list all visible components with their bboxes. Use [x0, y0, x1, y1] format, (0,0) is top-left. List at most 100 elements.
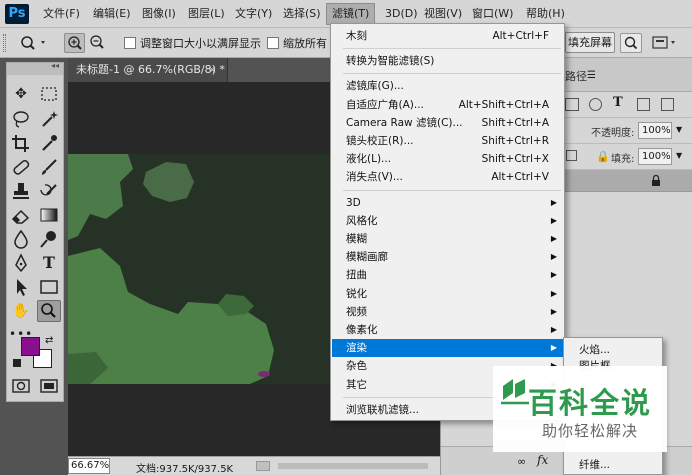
smart-object-filter-icon[interactable] — [661, 98, 674, 111]
menu-item-0[interactable]: 文件(F) — [38, 0, 85, 28]
menu-item-4[interactable]: 文字(Y) — [230, 0, 277, 28]
document-info[interactable]: 文档:937.5K/937.5K — [136, 460, 233, 475]
filter-menu-item-label: 视频 — [346, 305, 367, 318]
zoom-in-button[interactable] — [64, 33, 85, 53]
menu-item-1[interactable]: 编辑(E) — [88, 0, 136, 28]
filter-menu-item[interactable]: Camera Raw 滤镜(C)... Shift+Ctrl+A — [332, 114, 563, 132]
filter-menu-item[interactable]: 视频 ▶ — [332, 303, 563, 321]
zoom-tool-preset[interactable] — [14, 33, 50, 53]
filter-menu-item[interactable]: 木刻 Alt+Ctrl+F — [332, 27, 563, 45]
filter-menu-item[interactable]: 滤镜库(G)... — [332, 77, 563, 95]
filter-menu-item[interactable]: 模糊画廊 ▶ — [332, 248, 563, 266]
fill-screen-button[interactable]: 填充屏幕 — [565, 32, 615, 53]
workspace-switcher[interactable] — [648, 33, 680, 53]
close-tab-icon[interactable]: × — [208, 58, 217, 82]
eyedropper-tool[interactable] — [37, 132, 61, 154]
submenu-arrow-icon: ▶ — [550, 343, 557, 353]
pen-tool[interactable] — [9, 252, 33, 274]
filter-menu-item[interactable]: 3D ▶ — [332, 194, 563, 212]
fill-field[interactable]: 100% — [638, 148, 672, 165]
quick-mask-button[interactable] — [9, 375, 33, 397]
history-brush-tool[interactable] — [37, 180, 61, 202]
screen-mode-button[interactable] — [37, 375, 61, 397]
path-selection-tool[interactable] — [9, 276, 33, 298]
filter-menu-item[interactable]: 消失点(V)... Alt+Ctrl+V — [332, 168, 563, 186]
filter-menu-item[interactable]: 镜头校正(R)... Shift+Ctrl+R — [332, 132, 563, 150]
gradient-tool[interactable] — [37, 204, 61, 226]
menu-item-5[interactable]: 选择(S) — [278, 0, 326, 28]
crop-tool[interactable] — [9, 132, 33, 154]
brush-tool[interactable] — [37, 156, 61, 178]
filter-menu-item-shortcut: Shift+Ctrl+R — [481, 135, 549, 147]
swap-colors-icon[interactable]: ⇄ — [45, 335, 53, 346]
fx-button[interactable]: fx — [537, 453, 548, 467]
link-layers-icon[interactable]: ∞ — [517, 455, 526, 468]
filter-menu-item-shortcut: Shift+Ctrl+X — [481, 153, 549, 166]
menu-item-3[interactable]: 图层(L) — [183, 0, 230, 28]
opacity-field[interactable]: 100% — [638, 122, 672, 139]
horizontal-scrollbar[interactable] — [278, 463, 428, 469]
menu-item-6[interactable]: 滤镜(T) — [326, 3, 376, 25]
document-canvas[interactable] — [68, 154, 348, 384]
options-grip[interactable] — [3, 34, 6, 52]
type-tool[interactable]: T — [37, 252, 61, 274]
blur-tool[interactable] — [9, 228, 33, 250]
move-tool[interactable]: ✥ — [9, 83, 33, 105]
type-filter-icon[interactable]: T — [613, 95, 623, 110]
filter-menu-item-shortcut: Shift+Ctrl+A — [481, 116, 549, 129]
zoom-level-field[interactable]: 66.67% — [68, 458, 110, 474]
filter-menu-item[interactable]: 像素化 ▶ — [332, 321, 563, 339]
lasso-tool[interactable] — [9, 108, 33, 130]
filter-menu-item[interactable]: 液化(L)... Shift+Ctrl+X — [332, 150, 563, 168]
filter-menu-item[interactable]: 自适应广角(A)... Alt+Shift+Ctrl+A — [332, 96, 563, 114]
render-submenu-item[interactable]: 火焰... — [579, 342, 610, 357]
marquee-tool[interactable] — [37, 83, 61, 105]
healing-brush-tool[interactable] — [9, 156, 33, 178]
filter-menu-item-label: 3D — [346, 196, 361, 209]
filter-menu-item[interactable]: 风格化 ▶ — [332, 212, 563, 230]
lock-all-icon[interactable]: 🔒 — [596, 150, 610, 163]
opacity-dropdown-icon[interactable]: ▼ — [676, 125, 682, 134]
zoom-tool[interactable] — [37, 300, 61, 322]
eraser-tool[interactable] — [9, 204, 33, 226]
fill-dropdown-icon[interactable]: ▼ — [676, 151, 682, 160]
render-submenu-item[interactable]: 纤维... — [579, 457, 610, 472]
default-colors-icon[interactable] — [13, 359, 21, 367]
scroll-left-button[interactable] — [256, 461, 270, 471]
lock-pixels-icon[interactable] — [566, 150, 577, 161]
marquee-icon — [41, 87, 57, 101]
submenu-arrow-icon: ▶ — [550, 270, 557, 280]
filter-menu-item[interactable]: 渲染 ▶ — [332, 339, 563, 358]
tab-paths[interactable]: 路径 — [565, 68, 587, 84]
filter-menu-item[interactable]: 扭曲 ▶ — [332, 266, 563, 284]
submenu-arrow-icon: ▶ — [550, 306, 557, 316]
shape-filter-icon[interactable] — [637, 98, 650, 111]
magic-wand-tool[interactable] — [37, 108, 61, 130]
resize-windows-label: 调整窗口大小以满屏显示 — [140, 37, 261, 50]
dodge-tool[interactable] — [37, 228, 61, 250]
submenu-arrow-icon: ▶ — [550, 288, 557, 298]
rectangle-tool[interactable] — [37, 276, 61, 298]
filter-menu-item-label: 其它 — [346, 378, 367, 391]
zoom-all-checkbox[interactable] — [267, 37, 279, 49]
tools-panel-header[interactable]: ◂◂ — [7, 61, 63, 75]
history-brush-icon — [40, 184, 57, 196]
search-button[interactable] — [620, 33, 642, 53]
foreground-color-swatch[interactable] — [21, 337, 40, 356]
panel-menu-icon[interactable]: ☰ — [587, 70, 596, 81]
adjustment-filter-icon[interactable] — [589, 98, 602, 111]
hand-tool[interactable]: ✋ — [9, 300, 33, 322]
watermark: 百科全说 助你轻松解决 — [493, 366, 667, 452]
menu-item-2[interactable]: 图像(I) — [137, 0, 181, 28]
image-filter-icon[interactable] — [565, 98, 579, 111]
clone-stamp-tool[interactable] — [9, 180, 33, 202]
filter-menu-item[interactable]: 锐化 ▶ — [332, 285, 563, 303]
filter-menu-item[interactable]: 模糊 ▶ — [332, 230, 563, 248]
filter-menu-item[interactable]: 转换为智能滤镜(S) — [332, 52, 563, 70]
stamp-icon — [13, 183, 29, 199]
document-tab[interactable]: 未标题-1 @ 66.7%(RGB/8) * × — [68, 58, 228, 82]
zoom-out-button[interactable] — [87, 33, 108, 53]
type-icon: T — [43, 253, 55, 272]
resize-windows-checkbox[interactable] — [124, 37, 136, 49]
bandage-icon — [13, 160, 30, 175]
